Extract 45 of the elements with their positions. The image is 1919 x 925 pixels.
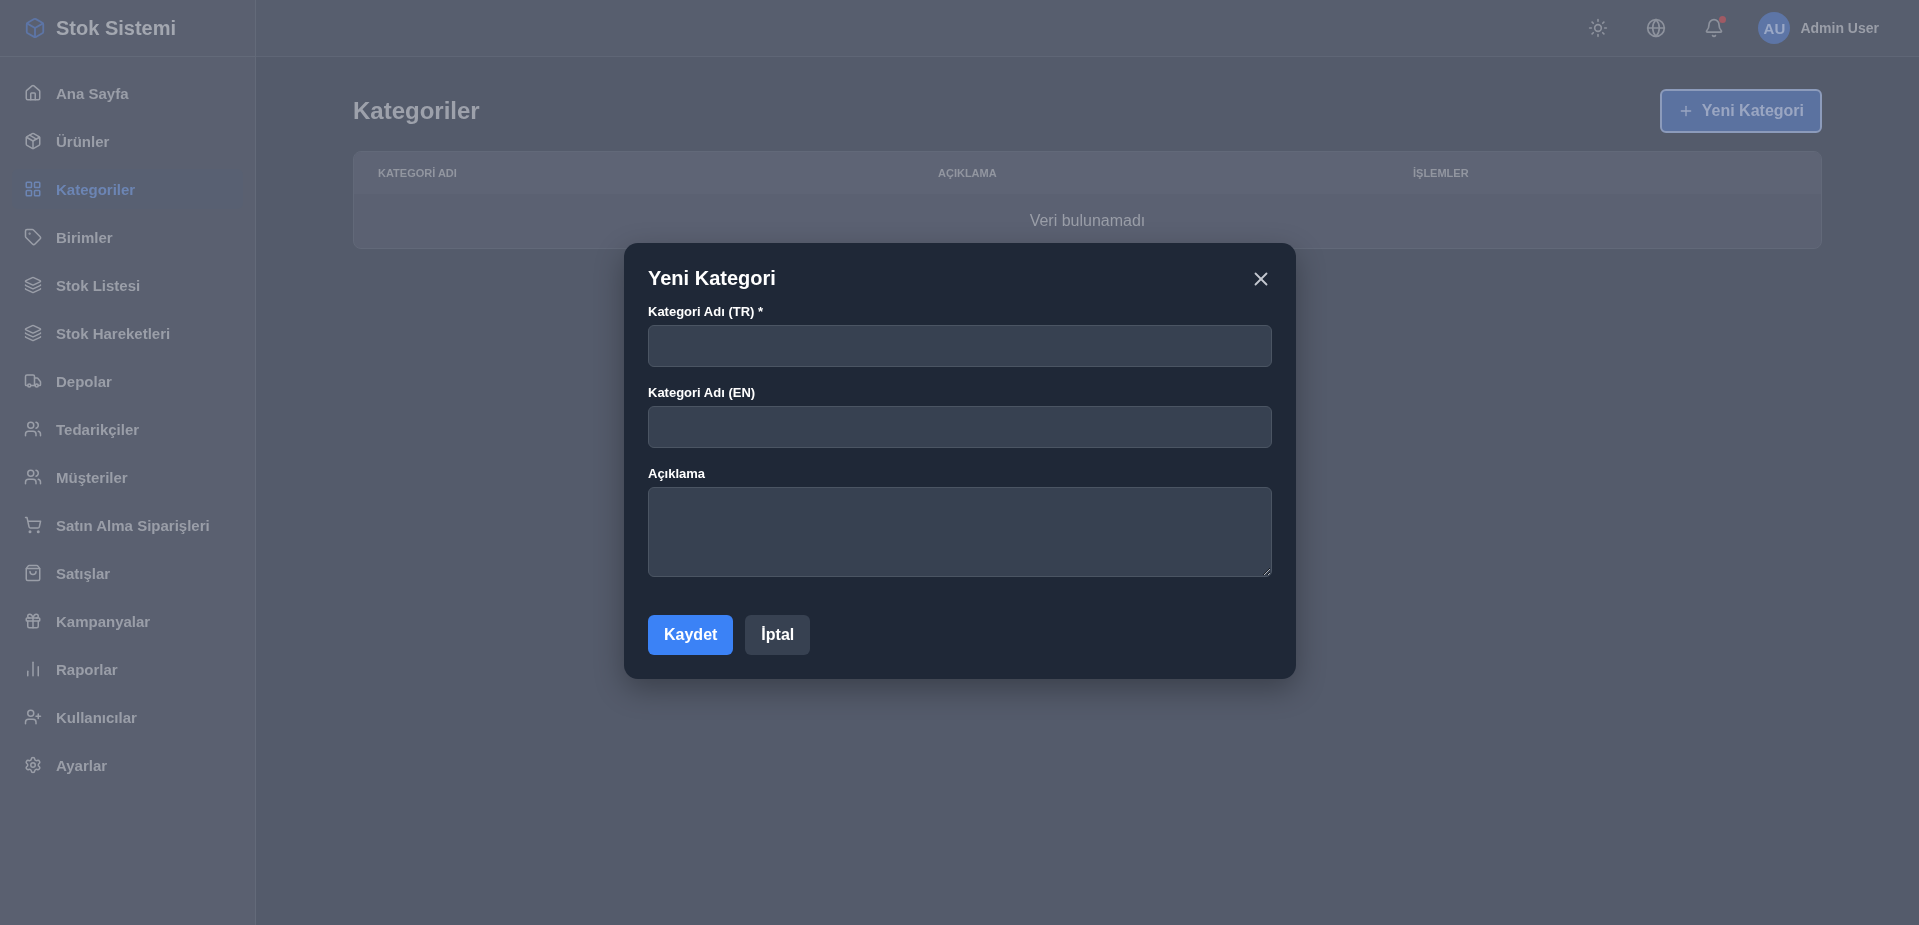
sidebar-item[interactable]: Ana Sayfa [12,73,243,113]
sidebar-item[interactable]: Ürünler [12,121,243,161]
sidebar-item[interactable]: Kampanyalar [12,601,243,641]
sidebar-item[interactable]: Depolar [12,361,243,401]
sidebar-item[interactable]: Satışlar [12,553,243,593]
bag-icon [24,564,42,582]
layers-icon [24,276,42,294]
sidebar-item[interactable]: Ayarlar [12,745,243,785]
field-label: Kategori Adı (TR) * [648,304,765,319]
users-icon [24,420,42,438]
truck-icon [24,372,42,390]
field-label: Kategori Adı (EN) [648,385,757,400]
grid-icon [24,180,42,198]
layers-icon [24,324,42,342]
sidebar-item[interactable]: Birimler [12,217,243,257]
modal-title: Yeni Kategori [648,267,776,290]
save-button[interactable]: Kaydet [648,615,734,655]
users-icon [24,468,42,486]
cart-icon [24,516,42,534]
box-icon [24,132,42,150]
bar-chart-icon [24,660,42,678]
sidebar-item[interactable]: Kullanıcılar [12,697,243,737]
sidebar-item[interactable]: Tedarikçiler [12,409,243,449]
text-area[interactable] [648,487,1272,577]
house-icon [24,84,42,102]
sidebar-item[interactable]: Stok Listesi [12,265,243,305]
user-avatar[interactable]: AU [1758,12,1791,44]
box-icon [24,17,46,39]
sidebar-item[interactable]: Müşteriler [12,457,243,497]
field-label: Açıklama [648,466,707,481]
sidebar-item[interactable]: Stok Hareketleri [12,313,243,353]
cancel-button[interactable]: İptal [745,615,811,655]
input-field[interactable] [648,406,1272,448]
input-field[interactable] [648,325,1272,367]
empty-message: Veri bulunamadı [1028,211,1147,231]
settings-icon [24,756,42,774]
sidebar-item[interactable]: Satın Alma Siparişleri [12,505,243,545]
user-plus-icon [24,708,42,726]
app-title: Stok Sistemi [56,16,177,40]
page-title: Kategoriler [353,97,480,125]
tag-icon [24,228,42,246]
user-name: Admin User [1800,20,1879,36]
sidebar-item[interactable]: Raporlar [12,649,243,689]
gift-icon [24,612,42,630]
new-category-button[interactable]: Yeni Kategori [1659,89,1822,133]
